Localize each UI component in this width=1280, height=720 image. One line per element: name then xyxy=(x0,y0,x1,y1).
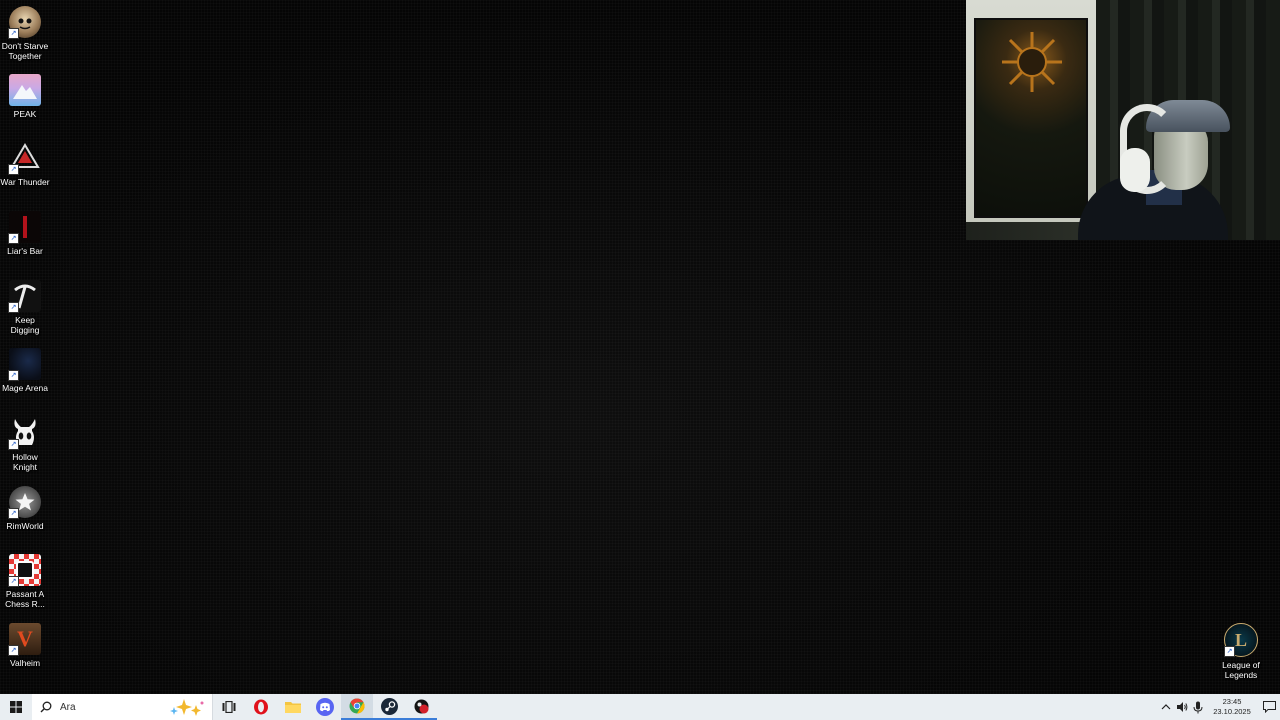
tray-microphone[interactable] xyxy=(1190,694,1206,720)
desktop-icon-keep-digging[interactable]: ↗ Keep Digging xyxy=(0,280,50,335)
war-thunder-icon: ↗ xyxy=(8,142,41,175)
search-placeholder: Ara xyxy=(60,701,76,713)
dont-starve-icon: ↗ xyxy=(8,6,41,39)
taskbar-app-opera[interactable] xyxy=(245,694,277,720)
mage-arena-icon: ↗ xyxy=(8,348,41,381)
desktop-icon-label: Keep Digging xyxy=(10,315,40,335)
hollow-knight-icon: ↗ xyxy=(8,417,41,450)
clock-date: 23.10.2025 xyxy=(1213,707,1251,716)
desktop-icon-label: League of Legends xyxy=(1222,660,1260,680)
desktop-icon-label: PEAK xyxy=(13,109,37,119)
taskbar-app-game[interactable] xyxy=(405,694,437,720)
chrome-icon xyxy=(349,698,365,714)
desktop-icon-label: Passant A Chess R... xyxy=(5,589,45,609)
passant-chess-icon: ↗ xyxy=(8,554,41,587)
desktop-icon-label: RimWorld xyxy=(6,521,44,531)
notification-icon xyxy=(1262,701,1276,713)
desktop-icon-war-thunder[interactable]: ↗ War Thunder xyxy=(0,142,50,187)
taskbar: Ara 23:45 23.10.2025 xyxy=(0,694,1280,720)
desktop-icon-dont-starve[interactable]: ↗ Don't Starve Together xyxy=(0,6,50,61)
desktop-icon-label: Mage Arena xyxy=(2,383,48,393)
league-of-legends-icon: L ↗ xyxy=(1224,623,1258,657)
task-view-icon xyxy=(222,701,236,713)
taskbar-app-chrome[interactable] xyxy=(341,694,373,720)
liars-bar-icon: ↗ xyxy=(8,211,41,244)
opera-icon xyxy=(254,699,268,715)
desktop-icon-league-of-legends[interactable]: L ↗ League of Legends xyxy=(1216,623,1266,680)
rimworld-icon: ↗ xyxy=(8,486,41,519)
start-button[interactable] xyxy=(0,694,32,720)
microphone-icon xyxy=(1193,701,1203,713)
desktop-icon-label: Valheim xyxy=(9,658,41,668)
search-highlight-icon xyxy=(170,699,204,716)
taskbar-app-file-explorer[interactable] xyxy=(277,694,309,720)
peak-icon xyxy=(9,74,41,106)
game-app-icon xyxy=(414,699,428,713)
task-view-button[interactable] xyxy=(213,694,245,720)
discord-icon xyxy=(316,698,334,716)
headphone-cup xyxy=(1120,148,1150,192)
desktop-icon-label: Liar's Bar xyxy=(7,246,43,256)
desktop-icon-passant[interactable]: ↗ Passant A Chess R... xyxy=(0,554,50,609)
windows-logo-icon xyxy=(10,701,22,713)
chevron-up-icon xyxy=(1161,704,1171,710)
tray-overflow-chevron[interactable] xyxy=(1158,694,1174,720)
steam-icon xyxy=(380,697,398,715)
taskbar-search-box[interactable]: Ara xyxy=(32,694,213,720)
search-icon xyxy=(40,701,52,713)
folder-icon xyxy=(285,702,301,713)
system-tray: 23:45 23.10.2025 xyxy=(1158,694,1280,720)
desktop-icon-hollow-knight[interactable]: ↗ Hollow Knight xyxy=(0,417,50,472)
desktop-icon-valheim[interactable]: V ↗ Valheim xyxy=(0,623,50,668)
taskbar-app-steam[interactable] xyxy=(373,694,405,720)
notification-center-button[interactable] xyxy=(1258,694,1280,720)
desktop-icon-label: War Thunder xyxy=(0,177,50,187)
webcam-overlay xyxy=(966,0,1280,240)
taskbar-app-discord[interactable] xyxy=(309,694,341,720)
desktop-icon-rimworld[interactable]: ↗ RimWorld xyxy=(0,486,50,531)
speaker-icon xyxy=(1177,702,1188,712)
pickaxe-icon: ↗ xyxy=(8,280,41,313)
tray-clock[interactable]: 23:45 23.10.2025 xyxy=(1210,697,1254,717)
clock-time: 23:45 xyxy=(1222,697,1242,706)
valheim-icon: V ↗ xyxy=(8,623,41,656)
desktop: ↗ Don't Starve Together PEAK ↗ War Thund… xyxy=(0,0,1280,694)
desktop-icon-mage-arena[interactable]: ↗ Mage Arena xyxy=(0,348,50,393)
desktop-icon-peak[interactable]: PEAK xyxy=(0,74,50,119)
tray-volume[interactable] xyxy=(1174,694,1190,720)
desktop-icon-label: Hollow Knight xyxy=(12,452,38,472)
desktop-icon-label: Don't Starve Together xyxy=(1,41,49,61)
desktop-icon-liars-bar[interactable]: ↗ Liar's Bar xyxy=(0,211,50,256)
poster-sun-icon xyxy=(1002,32,1062,92)
